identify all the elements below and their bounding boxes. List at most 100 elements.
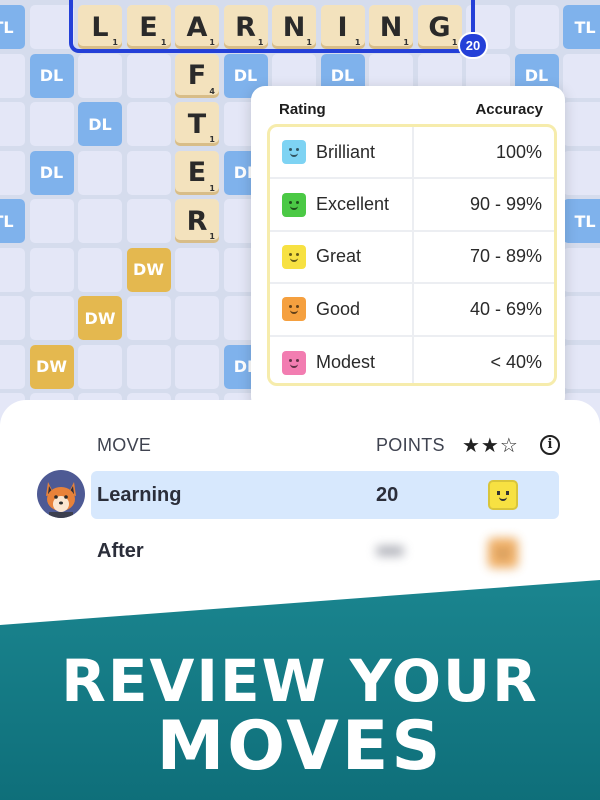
tile-points: 1 [451,38,458,47]
board-cell [0,53,25,98]
board-cell [29,5,74,49]
good-face-icon [282,297,306,322]
tile-letter: N [282,11,306,43]
letter-tile: G1 [417,5,462,49]
tile-letter: I [337,11,348,43]
tile-letter: E [139,11,158,43]
premium-square-dw: DW [29,344,74,389]
rating-accuracy-cell: 90 - 99% [469,194,542,215]
board-cell [0,247,25,292]
tile-points: 1 [209,232,215,241]
modest-face-icon [282,350,306,375]
premium-square-tl: TL [0,199,25,243]
board-cell [29,199,74,243]
board-cell [175,296,219,340]
premium-square-tl: TL [563,5,600,49]
tile-letter: F [187,60,207,91]
letter-tile: E1 [126,5,171,49]
face-mouth [499,555,507,559]
face-mouth [499,497,507,501]
rating-name-cell: Excellent [270,179,414,230]
board-cell [126,296,171,340]
board-cell [126,150,171,195]
letter-tile: N1 [369,5,413,49]
rating-row-great: Great 70 - 89% [270,231,554,285]
move-word-after: After [97,540,144,562]
tile-points: 1 [209,38,215,47]
board-cell [29,247,74,292]
tile-points: 1 [354,38,361,47]
board-cell [175,344,219,389]
board-cell [563,344,600,389]
board-cell [563,296,600,340]
face-features [497,491,509,495]
headline-line-1: REVIEW YOUR [61,647,539,715]
rating-legend-popover: Rating Accuracy Brilliant 100% Excellent 90… [251,86,565,411]
letter-tile: T1 [175,102,219,146]
letter-tile: L1 [78,5,122,49]
rating-row-brilliant: Brilliant 100% [270,127,554,180]
info-icon[interactable]: i [540,435,560,455]
letter-tile: E1 [175,150,219,195]
excellent-face-icon [282,192,306,217]
letter-tile: N1 [272,5,316,49]
letter-tile: A1 [175,5,219,49]
rating-name-cell: Great [270,231,414,283]
great-face-icon [282,244,306,269]
rating-row-modest: Modest < 40% [270,336,554,383]
letter-tile: R1 [223,5,268,49]
tile-letter: R [186,205,208,237]
board-cell [0,344,25,389]
rating-column-header: Rating [279,101,326,118]
tile-letter: T [187,108,207,140]
board-cell [126,344,171,389]
board-cell [78,199,122,243]
board-cell [563,247,600,292]
rating-label: Brilliant [316,141,376,162]
tile-letter: E [187,157,207,188]
board-cell [563,150,600,195]
board-cell [29,296,74,340]
rating-accuracy-cell: 40 - 69% [469,298,542,319]
tile-points: 1 [209,135,215,144]
premium-square-dw: DW [78,296,122,340]
rating-legend-header: Rating Accuracy [279,101,543,118]
board-cell [29,102,74,146]
points-column-header: POINTS [376,435,445,455]
tile-points: 1 [257,38,264,47]
board-cell [514,5,559,49]
letter-tile: F4 [175,53,219,98]
face-features [497,549,509,553]
move-column-header: MOVE [97,435,152,455]
board-cell [126,53,171,98]
board-cell [126,199,171,243]
rating-name-cell: Modest [270,336,414,383]
rating-row-good: Good 40 - 69% [270,284,554,337]
tile-points: 1 [403,38,409,47]
rating-accuracy-cell: 70 - 89% [469,246,542,267]
rating-name-cell: Good [270,284,414,335]
great-rating-icon [488,480,518,510]
premium-square-dl: DL [29,150,74,195]
premium-square-dw: DW [126,247,171,292]
tile-letter: N [379,11,403,43]
tile-points: 1 [160,38,167,47]
tile-letter: G [428,11,451,43]
move-points-after [376,546,404,556]
rating-label: Excellent [316,194,390,215]
premium-square-dl: DL [29,53,74,98]
rating-label: Great [316,246,362,267]
board-cell [0,102,25,146]
board-cell [0,296,25,340]
star-rating-icon: ★★☆ [462,435,519,457]
headline-line-2: MOVES [156,707,444,786]
brilliant-face-icon [282,140,306,165]
tile-letter: L [91,11,109,43]
rating-table: Brilliant 100% Excellent 90 - 99% Great 70 - … [267,124,557,386]
board-cell [78,344,122,389]
board-cell [563,102,600,146]
tile-points: 1 [306,38,312,47]
rating-label: Modest [316,352,376,373]
board-cell [78,150,122,195]
rating-name-cell: Brilliant [270,127,414,178]
